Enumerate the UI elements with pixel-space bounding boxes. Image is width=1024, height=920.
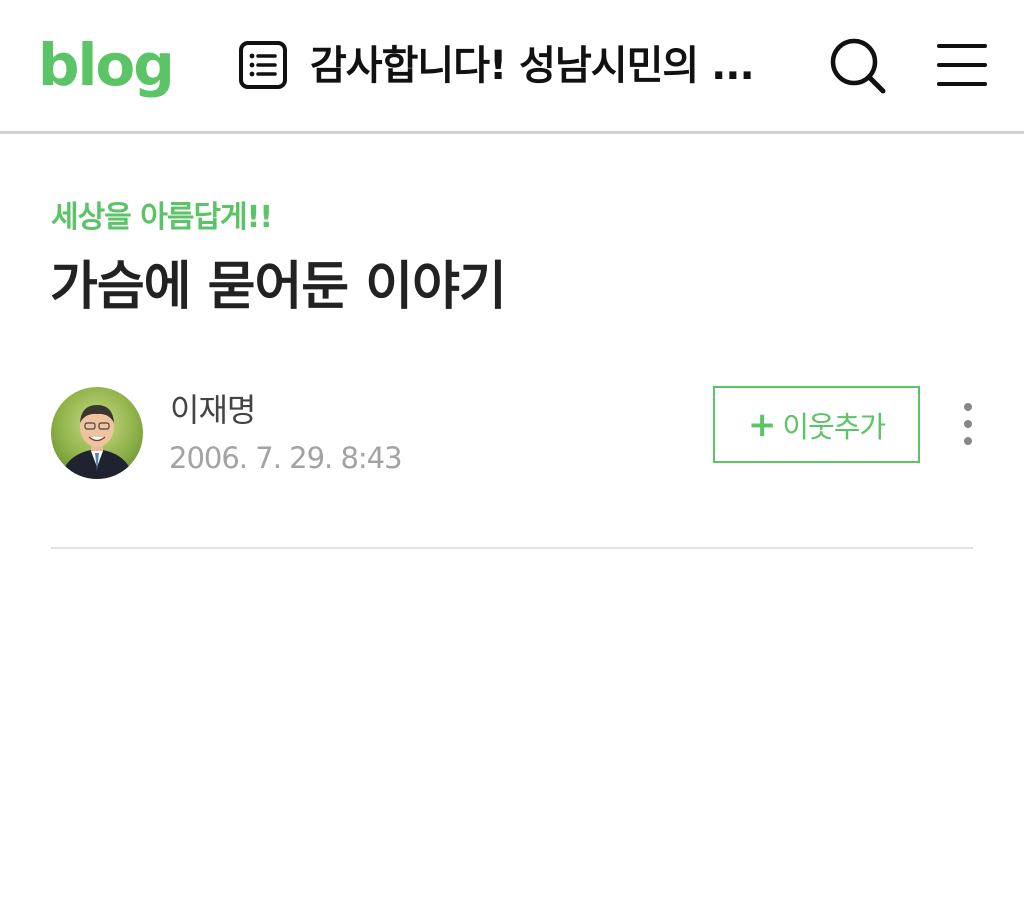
search-icon[interactable] [828, 36, 888, 96]
author-avatar[interactable] [51, 387, 143, 479]
post-list-icon[interactable] [238, 40, 288, 90]
header-title[interactable]: 감사합니다! 성남시민의 ... [310, 36, 770, 96]
add-neighbor-label: 이웃추가 [782, 409, 886, 444]
more-options-icon[interactable] [954, 400, 982, 450]
add-neighbor-button[interactable]: + 이웃추가 [713, 386, 920, 463]
top-navigation-bar: blog 감사합니다! 성남시민의 ... [0, 0, 1024, 134]
hamburger-menu-icon[interactable] [936, 40, 988, 90]
plus-icon: + [747, 404, 777, 445]
blog-logo[interactable]: blog [38, 30, 175, 100]
content-divider [51, 547, 973, 549]
author-name[interactable]: 이재명 [170, 390, 256, 430]
post-title: 가슴에 묻어둔 이야기 [50, 257, 507, 317]
post-date: 2006. 7. 29. 8:43 [169, 441, 403, 475]
post-category-link[interactable]: 세상을 아름답게!! [51, 196, 273, 240]
